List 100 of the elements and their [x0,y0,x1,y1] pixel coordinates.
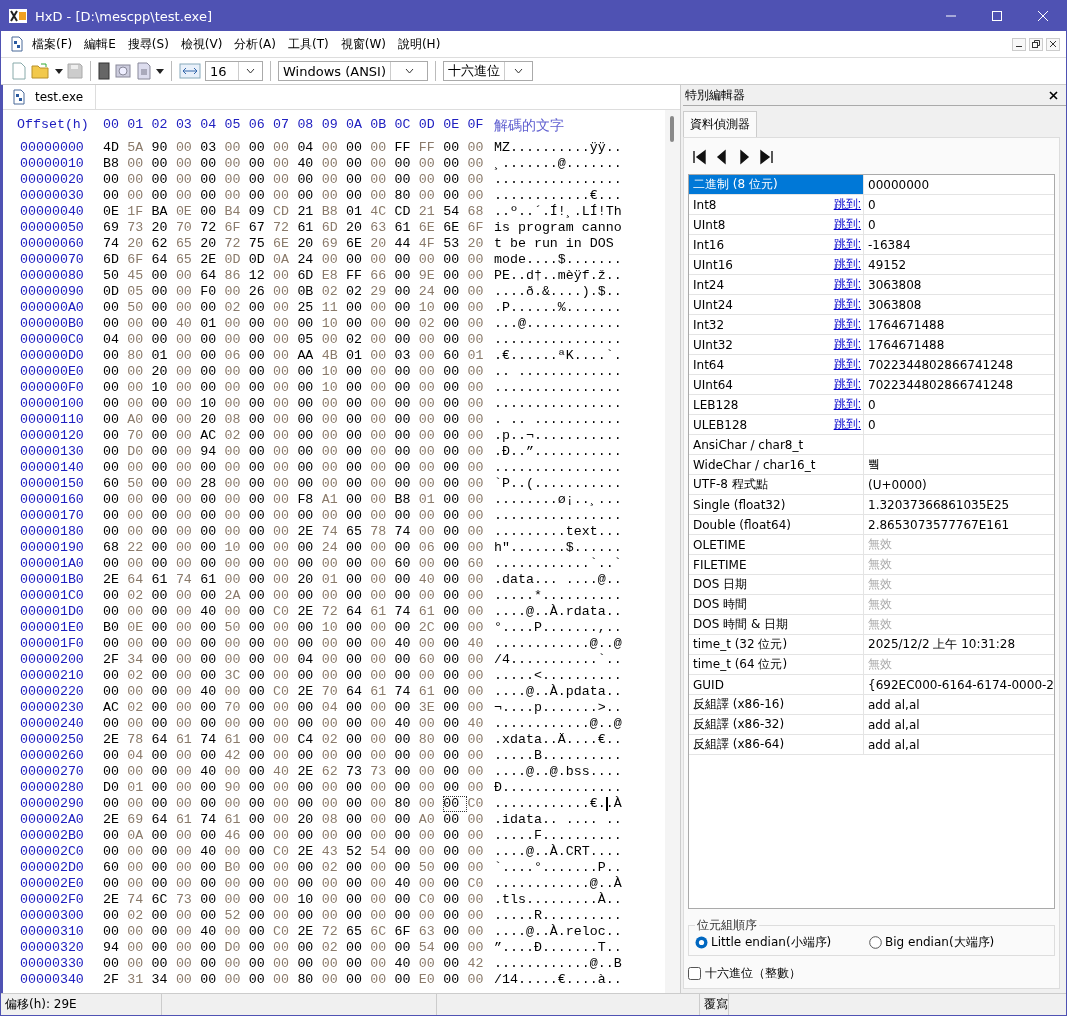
jump-link[interactable]: 跳到: [833,356,861,373]
field-value: 無效 [868,536,892,553]
field-value: 쀀 [868,456,880,473]
decoded-text: /4...........`.. [494,652,622,668]
field-value: 0 [868,197,876,212]
scrollbar[interactable] [665,110,680,993]
offset-cell-text: 00000180 [19,524,85,540]
hex-bytes: 00 00 00 00 00 00 00 00 00 00 00 00 80 00 00 00 [103,188,485,204]
decoded-text: ................ [494,460,622,476]
radio-option[interactable]: Big endian(大端序) [869,934,1043,951]
decoded-text: .....F.......... [494,828,622,844]
jump-link[interactable]: 跳到: [833,396,861,413]
offset-cell-text: 00000230 [19,700,85,716]
first-icon[interactable] [692,149,708,165]
decoded-text: .....R.......... [494,908,622,924]
offset-cell-text: 00000270 [19,764,85,780]
decoded-text: PE..d†..mèÿf.ž.. [494,268,622,284]
decoded-text: ....@..À.pdata.. [494,684,622,700]
field-label: 反組譯 (x86-64) [693,736,785,753]
field-value: 無效 [868,556,892,573]
field-value: 無效 [868,616,892,633]
caret-icon [404,68,414,74]
jump-link[interactable]: 跳到: [833,316,861,333]
radio-option[interactable]: Little endian(小端序) [695,934,869,951]
display-mode-dropdown[interactable]: 十六進位 [443,61,533,81]
caret-icon [245,68,255,74]
hex-bytes: 69 73 20 70 72 6F 67 72 61 6D 20 63 61 6E 6E 6F [103,220,485,236]
caret-icon[interactable] [55,68,63,74]
menu-item[interactable]: 說明(H) [392,33,446,55]
decoded-text: ........ø¡..¸... [494,492,622,508]
field-value: {692EC000-6164-6174-0000-2 [868,677,1054,692]
offset-cell-text: 000001D0 [19,604,85,620]
jump-link[interactable]: 跳到: [833,216,861,233]
offset-cell-text: 00000260 [19,748,85,764]
jump-link[interactable]: 跳到: [833,336,861,353]
menu-item[interactable]: 分析(A) [229,33,281,55]
menu-item[interactable]: 檔案(F) [27,33,78,55]
bytes-per-row-dropdown[interactable]: 16 [205,61,263,81]
menu-item[interactable]: 編輯E [79,33,121,55]
decoded-text: h".......$...... [494,540,622,556]
hex-bytes: B8 00 00 00 00 00 00 00 40 00 00 00 00 00 00 00 [103,156,485,172]
field-label: ULEB128 [693,417,748,432]
caret-icon[interactable] [156,68,164,74]
offset-cell-text: 000000D0 [19,348,85,364]
field-value: add al,al [868,697,920,712]
width-icon[interactable] [179,63,201,79]
field-value: 2.8653073577767E161 [868,517,1010,532]
offset-cell-text: 00000040 [19,204,85,220]
offset-cell-text: 000000F0 [19,380,85,396]
jump-link[interactable]: 跳到: [833,276,861,293]
hex-bytes: 00 50 00 00 00 02 00 00 25 11 00 00 00 10 00 00 [103,300,485,316]
offset-cell-text: 000000A0 [19,300,85,316]
offset-cell-text: 00000170 [19,508,85,524]
chip-icon[interactable] [98,62,110,80]
offset-cell-text: 000002E0 [19,876,85,892]
decoded-text: MZ..........ÿÿ.. [494,140,622,156]
offset-cell-text: 00000120 [19,428,85,444]
field-value: 1764671488 [868,317,945,332]
field-value: 2025/12/2 上午 10:31:28 [868,636,1016,653]
inspector-tab[interactable]: 資料偵測器 [683,111,757,137]
offset-cell-text: 00000210 [19,668,85,684]
field-value: (U+0000) [868,477,927,492]
menu-item[interactable]: 工具(T) [283,33,334,55]
scrollbar-thumb[interactable] [670,116,674,142]
jump-link[interactable]: 跳到: [833,236,861,253]
offset-cell-text: 00000140 [19,460,85,476]
restore-button[interactable] [1029,37,1043,51]
checkbox-option[interactable]: 十六進位（整數） [688,965,1055,982]
jump-link[interactable]: 跳到: [833,296,861,313]
hex-bytes: 00 D0 00 00 94 00 00 00 00 00 00 00 00 00 00 00 [103,444,485,460]
decoded-text: .€......ªK....`. [494,348,622,364]
group-title: 位元組順序 [696,917,758,934]
minimize-button[interactable] [1012,37,1026,51]
hex-bytes: 00 00 00 00 00 00 00 00 00 00 00 00 40 00 00 42 [103,956,485,972]
hex-bytes: 00 02 00 00 00 2A 00 00 00 00 00 00 00 00 00 00 [103,588,485,604]
field-label: OLETIME [693,537,746,552]
offset-cell-text: 00000090 [19,284,85,300]
decoded-text: /14.....€....à.. [494,972,622,988]
hex-bytes: 04 00 00 00 00 00 00 00 05 00 02 00 00 00 00 00 [103,332,485,348]
charset-dropdown[interactable]: Windows (ANSI) [278,61,428,81]
decoded-text: mode....$....... [494,252,622,268]
jump-link[interactable]: 跳到: [833,256,861,273]
last-icon[interactable] [758,149,774,165]
hex-bytes: 00 00 00 00 00 00 00 00 00 00 00 00 40 00 00 40 [103,636,485,652]
jump-link[interactable]: 跳到: [833,416,861,433]
caret-icon [514,68,523,74]
menu-item[interactable]: 檢視(V) [175,33,228,55]
field-value: 無效 [868,596,892,613]
disk-icon[interactable] [114,62,132,80]
menu-item[interactable]: 搜尋(S) [122,33,174,55]
menu-item[interactable]: 視窗(W) [335,33,391,55]
hex-bytes: 00 00 00 00 00 00 00 00 00 00 00 00 00 00 00 00 [103,460,485,476]
hex-bytes: 74 20 62 65 20 72 75 6E 20 69 6E 20 44 4F 53 20 [103,236,485,252]
field-label: UInt16 [693,257,733,272]
close-button[interactable] [1046,37,1060,51]
field-label: Int16 [693,237,725,252]
jump-link[interactable]: 跳到: [833,376,861,393]
hex-bytes: 00 04 00 00 00 42 00 00 00 00 00 00 00 00 00 00 [103,748,485,764]
hex-bytes: 00 00 00 00 00 00 00 00 00 00 00 00 00 00 00 00 [103,172,485,188]
jump-link[interactable]: 跳到: [833,196,861,213]
